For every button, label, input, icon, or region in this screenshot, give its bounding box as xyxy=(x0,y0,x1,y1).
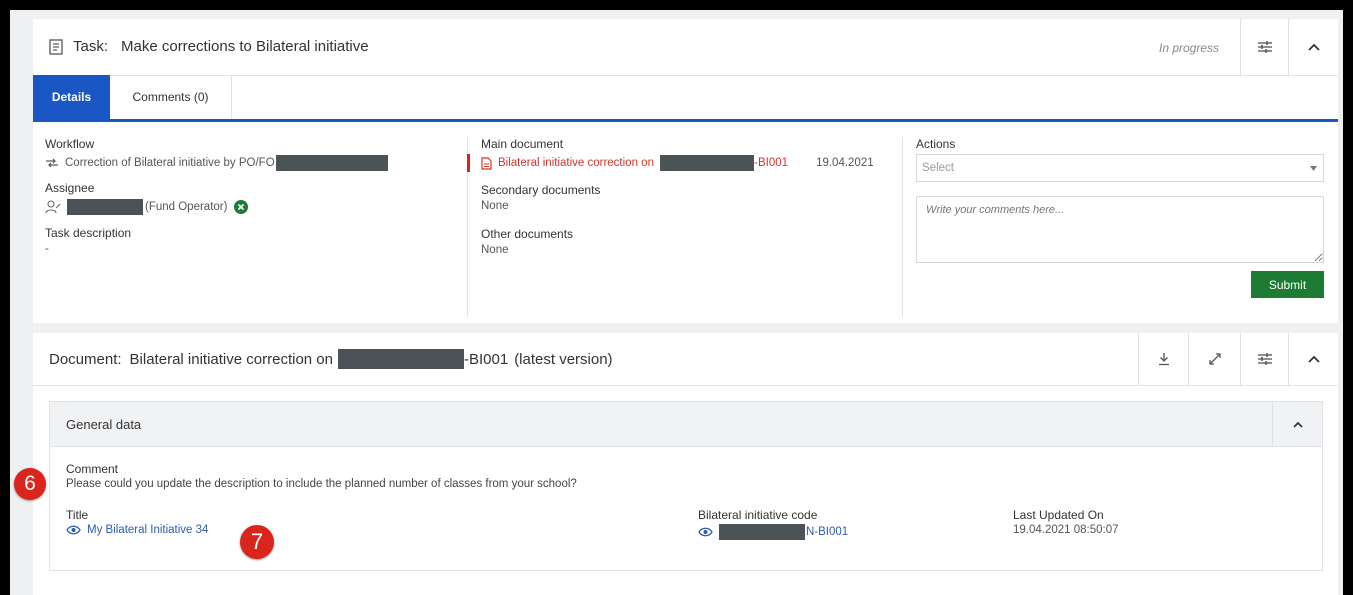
annotation-marker-7-text: 7 xyxy=(250,529,264,554)
document-header: Document: Bilateral initiative correctio… xyxy=(33,333,1338,386)
redacted-block xyxy=(275,155,388,171)
workflow-text: Correction of Bilateral initiative by PO… xyxy=(65,157,275,169)
task-details-col2: Main document Bilateral initiative corre… xyxy=(467,137,901,256)
comment-label: Comment xyxy=(66,462,119,476)
chevron-up-icon xyxy=(1307,42,1321,52)
code-label: Bilateral initiative code xyxy=(698,508,818,522)
document-filter-button[interactable] xyxy=(1240,333,1289,385)
task-actions-col: Actions Select Submit xyxy=(916,137,1326,298)
actions-select-value: Select xyxy=(922,162,954,174)
document-title-prefix: Document: xyxy=(49,350,122,368)
redacted-block xyxy=(337,349,464,369)
redacted-block xyxy=(67,199,143,215)
column-divider xyxy=(902,137,903,317)
chevron-up-icon xyxy=(1307,354,1321,364)
main-document-date: 19.04.2021 xyxy=(816,157,874,169)
tab-comments[interactable]: Comments (0) xyxy=(110,75,232,119)
task-tabs: Details Comments (0) xyxy=(33,75,1338,122)
tab-details[interactable]: Details xyxy=(33,75,110,119)
task-description-label: Task description xyxy=(45,226,132,240)
code-suffix: N-BI001 xyxy=(806,526,849,538)
assignee-label: Assignee xyxy=(45,181,95,195)
task-icon xyxy=(49,39,63,55)
caret-down-icon xyxy=(1310,166,1317,171)
task-title: Make corrections to Bilateral initiative xyxy=(121,38,369,55)
chevron-up-icon xyxy=(1292,420,1304,429)
redacted-block xyxy=(719,524,805,540)
pdf-icon xyxy=(481,156,492,170)
assignee-role: (Fund Operator) xyxy=(145,201,228,213)
tab-comments-label: Comments (0) xyxy=(132,90,209,104)
submit-button[interactable]: Submit xyxy=(1251,271,1324,298)
code-field: Bilateral initiative code N-BI001 xyxy=(698,508,848,540)
expand-button[interactable] xyxy=(1188,333,1241,385)
task-status: In progress xyxy=(1159,41,1220,55)
expand-icon xyxy=(1208,352,1222,366)
annotation-marker-6: 6 xyxy=(14,468,46,500)
workflow-icon xyxy=(45,158,59,168)
download-icon xyxy=(1157,352,1171,366)
main-document-link[interactable]: Bilateral initiative correction on -BI00… xyxy=(498,155,788,171)
page-frame: Task: Make corrections to Bilateral init… xyxy=(10,10,1343,595)
actions-label: Actions xyxy=(916,137,956,151)
main-document-label: Main document xyxy=(481,137,564,151)
main-document-link-suffix: -BI001 xyxy=(754,157,789,170)
general-data-header: General data xyxy=(50,402,1322,447)
title-label: Title xyxy=(66,508,89,522)
secondary-documents-label: Secondary documents xyxy=(481,183,601,197)
sliders-icon xyxy=(1257,352,1273,366)
task-title-prefix: Task: xyxy=(73,38,109,55)
active-indicator xyxy=(467,154,470,172)
document-title-start: Bilateral initiative correction on xyxy=(129,350,333,368)
eye-icon xyxy=(66,525,81,535)
document-version: (latest version) xyxy=(514,350,613,368)
task-details-col1: Workflow Correction of Bilateral initiat… xyxy=(45,137,465,255)
other-documents-label: Other documents xyxy=(481,227,574,241)
document-title-end: -BI001 xyxy=(463,350,509,368)
actions-select[interactable]: Select xyxy=(916,154,1324,182)
title-link[interactable]: My Bilateral Initiative 34 xyxy=(66,524,208,536)
workflow-value: Correction of Bilateral initiative by PO… xyxy=(45,154,465,172)
comment-value: Please could you update the description … xyxy=(66,478,577,490)
code-link[interactable]: N-BI001 xyxy=(698,524,848,540)
workflow-label: Workflow xyxy=(45,137,95,151)
document-panel: Document: Bilateral initiative correctio… xyxy=(33,333,1338,595)
sliders-icon xyxy=(1257,40,1273,54)
general-data-title: General data xyxy=(66,417,142,432)
tab-details-label: Details xyxy=(51,90,92,104)
download-button[interactable] xyxy=(1138,333,1189,385)
task-panel: Task: Make corrections to Bilateral init… xyxy=(33,19,1338,323)
updated-field: Last Updated On 19.04.2021 08:50:07 xyxy=(1013,508,1119,536)
annotation-marker-6-text: 6 xyxy=(24,472,36,495)
general-data-collapse-button[interactable] xyxy=(1272,402,1323,446)
redacted-block xyxy=(660,155,755,171)
updated-value: 19.04.2021 08:50:07 xyxy=(1013,524,1119,536)
assignee-value: (Fund Operator) xyxy=(45,198,465,216)
comment-field: Comment Please could you update the desc… xyxy=(66,462,577,490)
document-collapse-button[interactable] xyxy=(1288,333,1339,385)
updated-label: Last Updated On xyxy=(1013,508,1104,522)
user-icon xyxy=(45,200,61,214)
other-documents-value: None xyxy=(481,244,509,256)
task-collapse-button[interactable] xyxy=(1288,19,1339,75)
task-filter-button[interactable] xyxy=(1240,19,1289,75)
comment-textarea[interactable] xyxy=(916,196,1324,263)
remove-assignee-icon[interactable] xyxy=(234,200,249,214)
main-document-link-prefix: Bilateral initiative correction on xyxy=(498,157,654,170)
eye-icon xyxy=(698,527,713,537)
main-document-row: Bilateral initiative correction on -BI00… xyxy=(467,154,901,172)
secondary-documents-value: None xyxy=(481,200,509,212)
annotation-marker-7: 7 xyxy=(240,525,274,559)
title-value: My Bilateral Initiative 34 xyxy=(87,524,209,536)
task-description-value: - xyxy=(45,243,49,255)
title-field: Title My Bilateral Initiative 34 xyxy=(66,508,208,536)
task-header: Task: Make corrections to Bilateral init… xyxy=(33,19,1338,76)
document-title: Document: Bilateral initiative correctio… xyxy=(49,349,613,369)
